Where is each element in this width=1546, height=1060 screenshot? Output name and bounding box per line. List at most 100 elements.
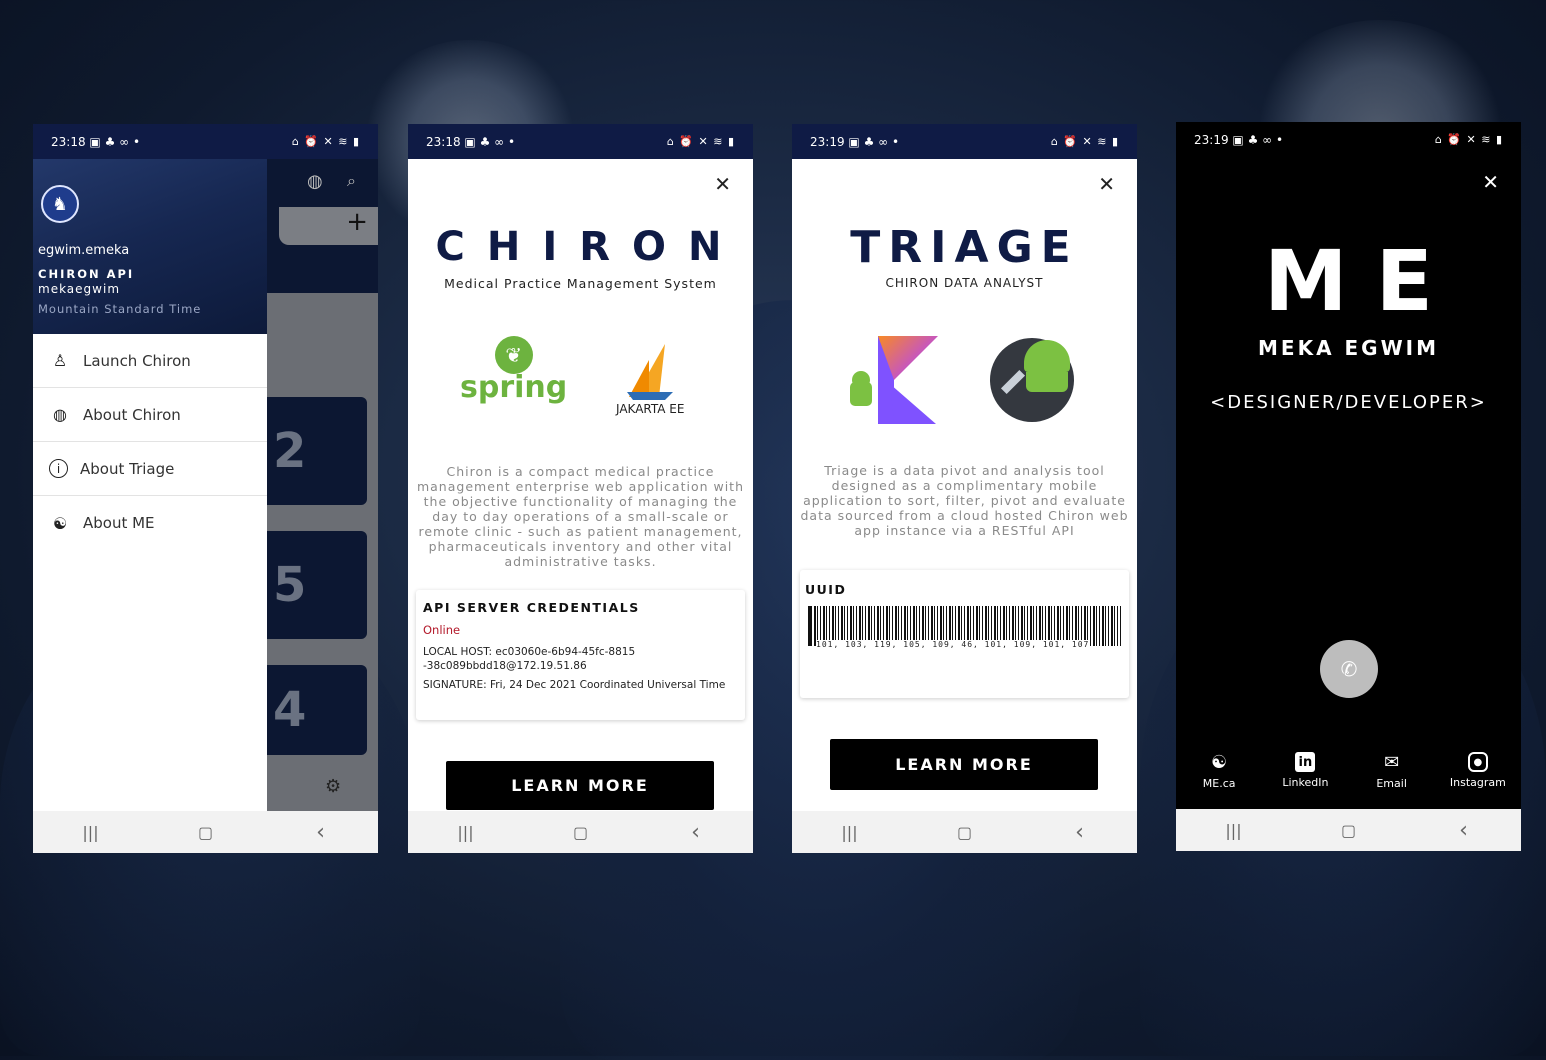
android-nav-bar: ||| ▢ ‹ bbox=[792, 811, 1137, 853]
menu-item-about-triage[interactable]: i About Triage bbox=[33, 442, 267, 496]
triage-subtitle: CHIRON DATA ANALYST bbox=[885, 276, 1044, 290]
me-role: <DESIGNER/DEVELOPER> bbox=[1210, 392, 1487, 413]
chiron-title: CHIRON bbox=[435, 224, 744, 270]
home-button[interactable]: ▢ bbox=[1329, 821, 1369, 840]
phone-about-me: 23:19 ▣ ♣ ∞ • ⌂ ⏰ ✕ ≋ ▮ ✕ ME MEKA EGWIM … bbox=[1176, 122, 1521, 851]
menu-item-about-chiron[interactable]: ◍ About Chiron bbox=[33, 388, 267, 442]
globe-icon[interactable]: ◍ bbox=[307, 171, 323, 192]
status-left-icons: ▣ ♣ ∞ • bbox=[89, 134, 141, 149]
learn-more-button[interactable]: LEARN MORE bbox=[446, 761, 714, 810]
android-nav-bar: ||| ▢ ‹ bbox=[408, 811, 753, 853]
jakarta-ee-logo: JAKARTA EE bbox=[616, 342, 684, 416]
tile-2[interactable]: 2 bbox=[267, 397, 367, 505]
android-nav-bar: ||| ▢ ‹ bbox=[33, 811, 378, 853]
spring-leaf-icon: ❦ bbox=[494, 336, 533, 374]
status-time: 23:19 bbox=[810, 134, 845, 149]
link-email[interactable]: ✉ Email bbox=[1352, 752, 1432, 790]
status-bar: 23:19 ▣ ♣ ∞ • ⌂ ⏰ ✕ ≋ ▮ bbox=[1176, 122, 1521, 157]
recents-button[interactable]: ||| bbox=[446, 823, 486, 842]
menu-item-launch-chiron[interactable]: ♙ Launch Chiron bbox=[33, 334, 267, 388]
app-behind-drawer: ◍ ⌕ + 2 5 4 ⚙ bbox=[267, 159, 378, 811]
close-icon[interactable]: ✕ bbox=[1482, 170, 1499, 194]
spring-logo: ❦ spring bbox=[460, 336, 567, 405]
navigation-drawer: ♞ egwim.emeka CHIRON API mekaegwim Mount… bbox=[33, 159, 267, 811]
drawer-app-name: CHIRON API bbox=[38, 267, 135, 281]
launch-icon: ♙ bbox=[52, 351, 68, 370]
drawer-header: ♞ egwim.emeka CHIRON API mekaegwim Mount… bbox=[33, 159, 267, 334]
drawer-username: egwim.emeka bbox=[38, 243, 130, 258]
uuid-card: UUID 101, 103, 119, 105, 109, 46, 101, 1… bbox=[800, 570, 1129, 698]
link-linkedin[interactable]: in LinkedIn bbox=[1265, 752, 1345, 790]
back-button[interactable]: ‹ bbox=[676, 820, 716, 845]
local-host-line2: -38c089bbdd18@172.19.51.86 bbox=[423, 660, 587, 672]
jakarta-sail-icon bbox=[627, 344, 674, 400]
close-icon[interactable]: ✕ bbox=[714, 172, 731, 196]
uuid-label: UUID bbox=[805, 582, 847, 597]
close-icon[interactable]: ✕ bbox=[1098, 172, 1115, 196]
status-bar: 23:18 ▣ ♣ ∞ • ⌂ ⏰ ✕ ≋ ▮ bbox=[408, 124, 753, 159]
recents-button[interactable]: ||| bbox=[830, 823, 870, 842]
link-me-ca[interactable]: ☯ ME.ca bbox=[1179, 752, 1259, 790]
globe-icon: ◍ bbox=[53, 405, 67, 424]
phone-icon: ✆ bbox=[1340, 657, 1358, 681]
credentials-heading: API SERVER CREDENTIALS bbox=[423, 600, 640, 615]
home-button[interactable]: ▢ bbox=[186, 823, 226, 842]
back-button[interactable]: ‹ bbox=[301, 820, 341, 845]
add-panel[interactable]: + bbox=[279, 207, 378, 245]
call-button[interactable]: ✆ bbox=[1320, 640, 1378, 698]
status-time: 23:18 bbox=[51, 134, 86, 149]
learn-more-button[interactable]: LEARN MORE bbox=[830, 739, 1098, 790]
recents-button[interactable]: ||| bbox=[1214, 821, 1254, 840]
status-right-icons: ⌂ ⏰ ✕ ≋ ▮ bbox=[666, 135, 735, 148]
menu-item-about-me[interactable]: ☯ About ME bbox=[33, 496, 267, 550]
chiron-logo-icon: ♞ bbox=[41, 185, 79, 223]
status-left-icons: ▣ ♣ ∞ • bbox=[848, 134, 900, 149]
yin-yang-icon: ☯ bbox=[1211, 752, 1228, 773]
phone-navigation-drawer: 23:18 ▣ ♣ ∞ • ⌂ ⏰ ✕ ≋ ▮ ◍ ⌕ + 2 5 4 ⚙ ♞ … bbox=[33, 124, 378, 853]
kotlin-icon bbox=[850, 336, 938, 424]
local-host-line1: LOCAL HOST: ec03060e-6b94-45fc-8815 bbox=[423, 646, 636, 658]
home-button[interactable]: ▢ bbox=[561, 823, 601, 842]
status-bar: 23:19 ▣ ♣ ∞ • ⌂ ⏰ ✕ ≋ ▮ bbox=[792, 124, 1137, 159]
android-nav-bar: ||| ▢ ‹ bbox=[1176, 809, 1521, 851]
me-title: ME bbox=[1264, 232, 1461, 330]
tile-4[interactable]: 4 bbox=[267, 665, 367, 755]
recents-button[interactable]: ||| bbox=[71, 823, 111, 842]
barcode-text: 101, 103, 119, 105, 109, 46, 101, 109, 1… bbox=[816, 640, 1090, 649]
yin-yang-icon: ☯ bbox=[52, 513, 68, 533]
phone-about-chiron: 23:18 ▣ ♣ ∞ • ⌂ ⏰ ✕ ≋ ▮ ✕ CHIRON Medical… bbox=[408, 124, 753, 853]
signature: SIGNATURE: Fri, 24 Dec 2021 Coordinated … bbox=[423, 679, 726, 691]
back-button[interactable]: ‹ bbox=[1060, 820, 1100, 845]
email-icon: ✉ bbox=[1384, 752, 1400, 773]
jakarta-logo-text: JAKARTA EE bbox=[616, 402, 685, 416]
kotlin-android-logo bbox=[850, 336, 940, 424]
chiron-description: Chiron is a compact medical practice man… bbox=[416, 464, 745, 569]
android-space-icon bbox=[990, 338, 1074, 422]
social-links: ☯ ME.ca in LinkedIn ✉ Email ● Instagram bbox=[1176, 752, 1521, 790]
status-right-icons: ⌂ ⏰ ✕ ≋ ▮ bbox=[291, 135, 360, 148]
drawer-handle: mekaegwim bbox=[38, 282, 121, 296]
me-name: MEKA EGWIM bbox=[1258, 336, 1439, 360]
server-status: Online bbox=[423, 623, 461, 637]
drawer-timezone: Mountain Standard Time bbox=[38, 302, 202, 316]
linkedin-icon: in bbox=[1295, 752, 1316, 772]
triage-description: Triage is a data pivot and analysis tool… bbox=[800, 463, 1129, 538]
info-icon: i bbox=[49, 459, 68, 478]
chiron-subtitle: Medical Practice Management System bbox=[444, 276, 717, 291]
settings-gear-icon[interactable]: ⚙ bbox=[325, 776, 341, 797]
tile-5[interactable]: 5 bbox=[267, 531, 367, 639]
status-left-icons: ▣ ♣ ∞ • bbox=[464, 134, 516, 149]
instagram-icon: ● bbox=[1467, 752, 1488, 772]
search-icon[interactable]: ⌕ bbox=[347, 171, 356, 191]
triage-title: TRIAGE bbox=[850, 222, 1079, 273]
status-bar: 23:18 ▣ ♣ ∞ • ⌂ ⏰ ✕ ≋ ▮ bbox=[33, 124, 378, 159]
plus-icon[interactable]: + bbox=[346, 207, 368, 237]
phone-about-triage: 23:19 ▣ ♣ ∞ • ⌂ ⏰ ✕ ≋ ▮ ✕ TRIAGE CHIRON … bbox=[792, 124, 1137, 853]
app-toolbar: ◍ ⌕ + bbox=[267, 159, 378, 293]
link-instagram[interactable]: ● Instagram bbox=[1438, 752, 1518, 790]
status-time: 23:18 bbox=[426, 134, 461, 149]
back-button[interactable]: ‹ bbox=[1444, 818, 1484, 843]
home-button[interactable]: ▢ bbox=[945, 823, 985, 842]
status-right-icons: ⌂ ⏰ ✕ ≋ ▮ bbox=[1434, 133, 1503, 146]
status-left-icons: ▣ ♣ ∞ • bbox=[1232, 132, 1284, 147]
